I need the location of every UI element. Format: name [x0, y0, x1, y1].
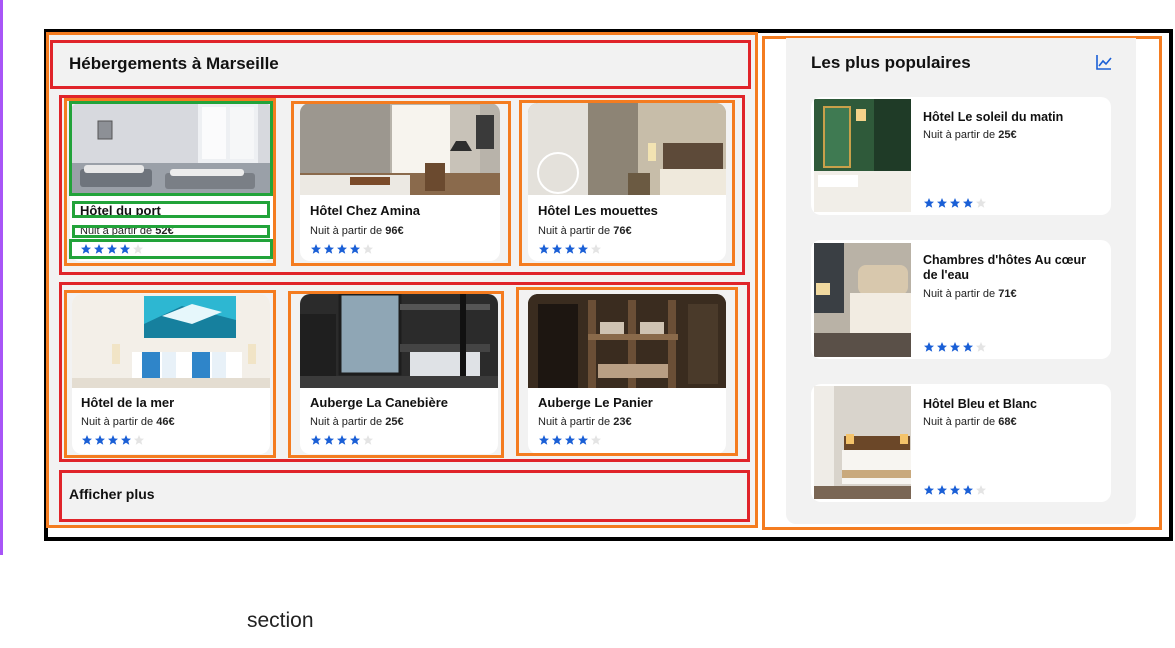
star-icon — [324, 244, 334, 254]
star-rating — [538, 434, 602, 446]
star-icon — [311, 244, 321, 254]
hotel-photo — [814, 386, 911, 499]
star-icon — [120, 244, 130, 254]
star-icon — [976, 342, 986, 352]
show-more-button[interactable]: Afficher plus — [69, 486, 155, 502]
star-icon — [337, 435, 347, 445]
hotel-name: Hôtel Les mouettes — [538, 203, 658, 218]
hotel-name: Hôtel Bleu et Blanc — [923, 397, 1037, 411]
hotel-price: Nuit à partir de 71€ — [923, 288, 1017, 300]
hotel-price: Nuit à partir de 96€ — [310, 225, 404, 237]
star-rating — [310, 243, 374, 255]
hotel-card[interactable]: Auberge Le Panier Nuit à partir de 23€ — [528, 294, 726, 454]
star-icon — [94, 244, 104, 254]
hotel-photo — [70, 103, 273, 195]
popular-item[interactable]: Hôtel Le soleil du matin Nuit à partir d… — [811, 97, 1111, 215]
hotel-name: Hôtel de la mer — [81, 395, 175, 410]
hotel-price: Nuit à partir de 25€ — [310, 416, 404, 428]
left-accent-line — [0, 0, 3, 555]
star-rating — [538, 243, 602, 255]
star-icon — [108, 435, 118, 445]
star-rating — [923, 341, 987, 353]
star-icon — [963, 342, 973, 352]
star-icon — [565, 435, 575, 445]
hotel-price: Nuit à partir de 68€ — [923, 416, 1017, 428]
popular-item[interactable]: Hôtel Bleu et Blanc Nuit à partir de 68€ — [811, 384, 1111, 502]
star-rating — [81, 434, 145, 446]
star-icon — [350, 435, 360, 445]
star-icon — [963, 485, 973, 495]
star-icon — [924, 342, 934, 352]
hotel-card[interactable]: Hôtel Chez Amina Nuit à partir de 96€ — [300, 103, 500, 261]
star-icon — [950, 485, 960, 495]
star-icon — [552, 244, 562, 254]
star-icon — [976, 198, 986, 208]
star-icon — [133, 244, 143, 254]
star-icon — [565, 244, 575, 254]
popular-title: Les plus populaires — [811, 53, 971, 72]
star-icon — [539, 435, 549, 445]
star-icon — [81, 244, 91, 254]
star-rating — [80, 243, 144, 255]
hotel-name: Auberge Le Panier — [538, 395, 653, 410]
hotel-photo — [814, 99, 911, 212]
star-rating — [923, 484, 987, 496]
star-icon — [937, 485, 947, 495]
star-icon — [924, 198, 934, 208]
section-heading-container: Hébergements à Marseille — [50, 40, 751, 89]
star-icon — [578, 244, 588, 254]
section-title: Hébergements à Marseille — [69, 54, 279, 73]
show-more-container: Afficher plus — [59, 470, 750, 522]
star-rating — [923, 197, 987, 209]
hotel-price: Nuit à partir de 76€ — [538, 225, 632, 237]
star-icon — [950, 342, 960, 352]
star-icon — [578, 435, 588, 445]
hotel-photo — [300, 103, 500, 195]
star-icon — [350, 244, 360, 254]
hotel-name: Hôtel du port — [80, 203, 161, 218]
star-icon — [82, 435, 92, 445]
hotel-name: Auberge La Canebière — [310, 395, 448, 410]
hotel-price: Nuit à partir de 46€ — [81, 416, 175, 428]
popular-item[interactable]: Chambres d'hôtes Au cœur de l'eau Nuit à… — [811, 240, 1111, 359]
star-icon — [539, 244, 549, 254]
hotel-photo — [300, 294, 498, 388]
star-icon — [95, 435, 105, 445]
star-icon — [591, 244, 601, 254]
hotel-price: Nuit à partir de 25€ — [923, 129, 1017, 141]
hotel-name: Chambres d'hôtes Au cœur de l'eau — [923, 253, 1086, 282]
star-icon — [937, 342, 947, 352]
hotel-price: Nuit à partir de 23€ — [538, 416, 632, 428]
star-icon — [552, 435, 562, 445]
star-icon — [324, 435, 334, 445]
star-icon — [337, 244, 347, 254]
star-icon — [924, 485, 934, 495]
hotel-photo — [814, 243, 911, 357]
star-icon — [311, 435, 321, 445]
star-icon — [121, 435, 131, 445]
star-icon — [363, 244, 373, 254]
hotel-card[interactable]: Auberge La Canebière Nuit à partir de 25… — [300, 294, 498, 454]
hotel-photo — [528, 103, 726, 195]
hotel-name: Hôtel Chez Amina — [310, 203, 421, 218]
hotel-photo — [72, 294, 270, 388]
star-icon — [950, 198, 960, 208]
star-icon — [134, 435, 144, 445]
caption-label: section — [247, 609, 314, 632]
star-icon — [363, 435, 373, 445]
star-icon — [976, 485, 986, 495]
star-icon — [591, 435, 601, 445]
hotel-card[interactable]: Hôtel de la mer Nuit à partir de 46€ — [72, 294, 270, 454]
hotel-price: Nuit à partir de 52€ — [80, 225, 174, 237]
hotel-card[interactable]: Hôtel Les mouettes Nuit à partir de 76€ — [528, 103, 726, 261]
star-icon — [107, 244, 117, 254]
hotel-name: Hôtel Le soleil du matin — [923, 110, 1064, 124]
star-rating — [310, 434, 374, 446]
star-icon — [963, 198, 973, 208]
trending-chart-icon[interactable] — [1096, 54, 1112, 70]
hotel-photo — [528, 294, 726, 388]
hotel-card[interactable]: Hôtel du port Nuit à partir de 52€ — [70, 103, 273, 261]
star-icon — [937, 198, 947, 208]
